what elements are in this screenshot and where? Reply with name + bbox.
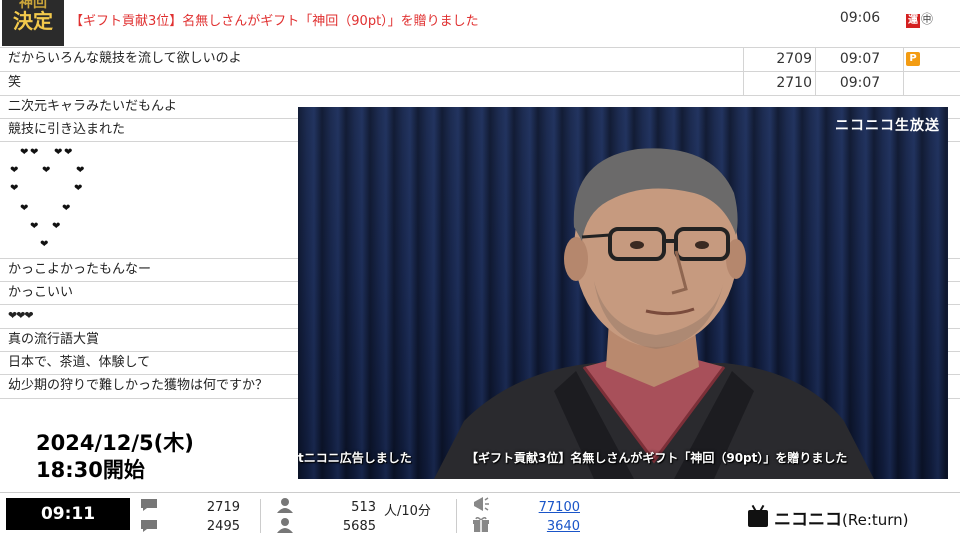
- heart-icon: ❤: [54, 147, 63, 158]
- fortune-icon: 運: [906, 14, 920, 28]
- gift-ticker: tニコニ広告しました 【ギフト貢献3位】名無しさんがギフト「神回（90pt）」を…: [298, 445, 948, 471]
- viewer-count: 513: [351, 500, 376, 515]
- comment-text: かっこよかったもんなー: [8, 262, 152, 277]
- gift-comment-icons: 運㊥: [906, 10, 933, 28]
- comment-sub-icon: [141, 520, 157, 532]
- heart-icon: ❤: [30, 147, 39, 158]
- gift-comment-text: 【ギフト貢献3位】名無しさんがギフト「神回（90pt）」を贈りました: [70, 14, 479, 29]
- elapsed-clock: 09:11: [6, 498, 130, 530]
- comment-text: 二次元キャラみたいだもんよ: [8, 99, 178, 114]
- heart-icon: ❤: [10, 183, 19, 194]
- heart-icon: ❤: [30, 221, 39, 232]
- ad-points-link[interactable]: 77100: [500, 500, 580, 515]
- ad-megaphone-icon: [474, 497, 489, 511]
- stat-divider: [260, 499, 261, 533]
- heart-icon: ❤: [62, 203, 71, 214]
- comment-row[interactable]: 笑 2710 09:07: [0, 72, 960, 96]
- heart-icon: ❤: [64, 147, 73, 158]
- comment-sub-count: 2495: [206, 519, 240, 534]
- gift-comment-time: 09:06: [839, 10, 881, 26]
- niconico-return-logo: ニコニコ(Re:turn): [748, 505, 909, 530]
- comment-time: 09:07: [839, 51, 881, 67]
- stat-divider: [456, 499, 457, 533]
- broadcast-start-info: 2024/12/5(木) 18:30開始: [36, 430, 194, 484]
- premium-badge-icon: P: [906, 52, 920, 66]
- video-player[interactable]: ニコニコ生放送 tニコニ広告しました 【ギフト貢献3位】名無しさんがギフト「神回…: [298, 107, 948, 479]
- comment-text: ❤❤❤: [8, 309, 34, 322]
- speaker-figure: [434, 148, 874, 479]
- heart-icon: ❤: [20, 147, 29, 158]
- comment-text: 幼少期の狩りで難しかった獲物は何ですか？: [8, 378, 269, 393]
- total-viewer-count: 5685: [342, 519, 376, 534]
- status-bar: 09:11 2719 2495 513 人/10分 5685 77100 364…: [0, 492, 960, 540]
- heart-icon: ❤: [76, 165, 85, 176]
- viewer-unit: 人/10分: [384, 504, 431, 519]
- heart-icon: ❤: [74, 183, 83, 194]
- heart-icon: ❤: [40, 239, 49, 250]
- tv-icon: [748, 510, 768, 527]
- comment-icon: [141, 499, 157, 511]
- comment-text: だからいろんな競技を流して欲しいのよ: [8, 51, 242, 66]
- comment-number: 2710: [776, 75, 812, 91]
- comment-text: かっこいい: [8, 285, 74, 300]
- viewer-icon: [277, 498, 293, 513]
- comment-text: 競技に引き込まれた: [8, 122, 126, 137]
- broadcast-date: 2024/12/5(木): [36, 431, 194, 455]
- comment-text: 真の流行語大賞: [8, 332, 100, 347]
- ticker-gift-text: 【ギフト貢献3位】名無しさんがギフト「神回（90pt）」を贈りました: [466, 451, 848, 465]
- heart-icon: ❤: [52, 221, 61, 232]
- comment-count: 2719: [206, 500, 240, 515]
- niconico-live-logo: ニコニコ生放送: [835, 118, 940, 134]
- comment-text: 笑: [8, 75, 22, 90]
- gift-icon: ㊥: [921, 12, 934, 26]
- gift-comment-row[interactable]: 神回 決定 【ギフト貢献3位】名無しさんがギフト「神回（90pt）」を贈りました…: [0, 0, 960, 48]
- heart-art: ❤ ❤ ❤ ❤ ❤ ❤ ❤ ❤ ❤ ❤ ❤ ❤ ❤ ❤: [6, 144, 106, 256]
- comment-time: 09:07: [839, 75, 881, 91]
- comment-text: 日本で、茶道、体験して: [8, 355, 151, 370]
- broadcast-start-time: 18:30開始: [36, 458, 145, 482]
- heart-icon: ❤: [10, 165, 19, 176]
- gift-points-link[interactable]: 3640: [500, 519, 580, 534]
- heart-icon: ❤: [42, 165, 51, 176]
- comment-row[interactable]: だからいろんな競技を流して欲しいのよ 2709 09:07 P: [0, 48, 960, 72]
- ticker-ad-text: tニコニ広告しました: [298, 451, 412, 465]
- kamikai-gift-badge: 神回 決定: [2, 0, 64, 46]
- heart-icon: ❤: [20, 203, 29, 214]
- gift-box-icon: [473, 517, 489, 532]
- comment-number: 2709: [776, 51, 812, 67]
- total-viewer-icon: [277, 518, 293, 533]
